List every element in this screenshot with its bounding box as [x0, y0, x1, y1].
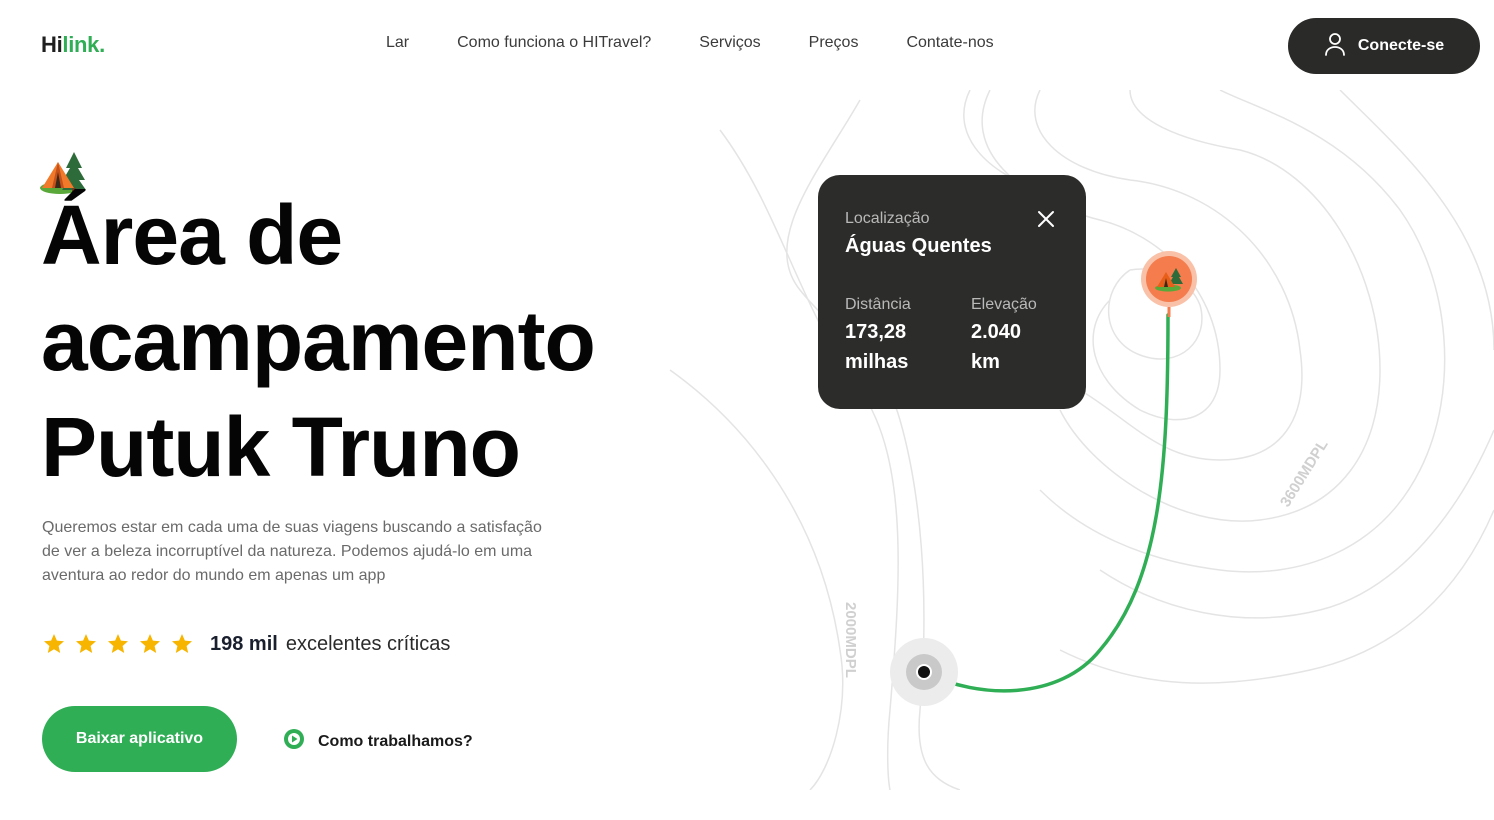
- star-icon: [172, 634, 192, 653]
- star-icon: [140, 634, 160, 653]
- hero-title-line-1: Área de: [41, 188, 343, 282]
- nav-item-home[interactable]: Lar: [386, 34, 409, 52]
- elevation-label: Elevação: [971, 296, 1037, 313]
- location-label: Localização: [845, 210, 930, 227]
- location-value: Águas Quentes: [845, 235, 992, 257]
- rating-count: 198 mil: [210, 632, 278, 655]
- rating-stars: [42, 632, 194, 656]
- hero-title: Área de acampamento Putuk Truno: [41, 182, 596, 500]
- elevation-value: 2.040: [971, 321, 1022, 343]
- logo-link: link.: [62, 32, 105, 57]
- start-location-marker[interactable]: [889, 637, 959, 707]
- star-icon: [108, 634, 128, 653]
- download-app-button[interactable]: Baixar aplicativo: [42, 706, 237, 772]
- close-icon[interactable]: [1036, 209, 1056, 229]
- hero-title-line-2: acampamento: [41, 294, 596, 388]
- logo-hi: Hi: [41, 32, 63, 57]
- hero-description: Queremos estar em cada uma de suas viage…: [42, 519, 542, 584]
- rating-label: excelentes críticas: [285, 632, 451, 655]
- logo[interactable]: Hilink.: [41, 32, 105, 58]
- destination-pin-icon[interactable]: [1140, 250, 1198, 318]
- connect-button[interactable]: Conecte-se: [1288, 18, 1480, 74]
- star-icon: [76, 634, 96, 653]
- how-we-work-label: Como trabalhamos?: [318, 732, 473, 750]
- user-icon: [1324, 32, 1346, 61]
- nav-item-pricing[interactable]: Preços: [809, 34, 859, 52]
- rating: 198 mil excelentes críticas: [42, 632, 450, 656]
- distance-unit: milhas: [845, 351, 909, 373]
- contour-label-3600: 3600MDPL: [1277, 437, 1332, 510]
- nav-item-services[interactable]: Serviços: [699, 34, 760, 52]
- distance-value: 173,28: [845, 321, 907, 343]
- how-we-work-link[interactable]: Como trabalhamos?: [284, 729, 473, 754]
- star-icon: [44, 634, 64, 653]
- hero-title-line-3: Putuk Truno: [41, 400, 521, 494]
- elevation-unit: km: [971, 351, 1000, 373]
- main-nav: Lar Como funciona o HITravel? Serviços P…: [386, 34, 994, 52]
- nav-item-contact[interactable]: Contate-nos: [906, 34, 993, 52]
- location-info-card: Localização Águas Quentes Distância 173,…: [818, 175, 1086, 409]
- play-icon: [284, 729, 304, 754]
- contour-label-2000: 2000MDPL: [842, 602, 859, 678]
- connect-label: Conecte-se: [1357, 37, 1445, 54]
- nav-item-how-it-works[interactable]: Como funciona o HITravel?: [457, 34, 651, 52]
- distance-label: Distância: [845, 296, 911, 313]
